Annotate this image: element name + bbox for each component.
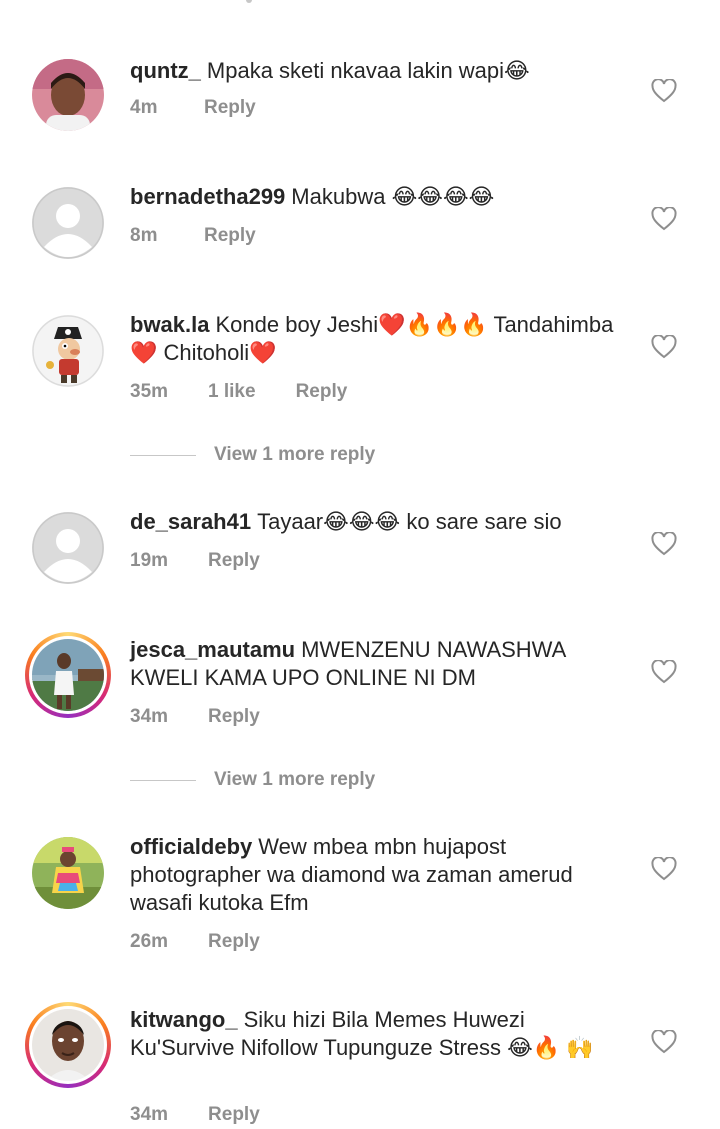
reply-button[interactable]: Reply [208,550,260,572]
comment-username[interactable]: de_sarah41 [130,509,251,534]
comment-body: jesca_mautamu MWENZENU NAWASHWA KWELI KAM… [130,636,630,692]
comment-username[interactable]: officialdeby [130,834,252,859]
comment-username[interactable]: kitwango_ [130,1007,238,1032]
heart-outline-icon[interactable] [651,207,677,231]
heart-outline-icon[interactable] [651,857,677,881]
comment-body: de_sarah41 Tayaar😂😂😂 ko sare sare sio [130,508,630,536]
comment-meta: 8m Reply [130,225,296,247]
divider-line [130,454,196,456]
avatar-story-ring[interactable] [25,632,111,718]
like-count[interactable]: 1 like [208,381,256,403]
comment-meta: 34m Reply [130,706,300,728]
reply-button[interactable]: Reply [208,1104,260,1126]
comment-meta: 35m 1 like Reply [130,381,387,403]
comment-time: 35m [130,381,169,402]
avatar [29,636,107,714]
comment-time: 8m [130,225,158,246]
comment-text: Mpaka sketi nkavaa lakin wapi😂 [206,58,530,83]
heart-outline-icon[interactable] [651,335,677,359]
reply-button[interactable]: Reply [204,97,256,119]
heart-outline-icon[interactable] [651,1030,677,1054]
view-more-replies-button[interactable]: View 1 more reply [130,769,375,791]
comment-text: Makubwa 😂😂😂😂 [291,184,495,209]
comment-time: 19m [130,550,169,571]
comment-username[interactable]: quntz_ [130,58,201,83]
comment-time: 34m [130,706,169,727]
comment-time: 4m [130,97,158,118]
comment-text: Tayaar😂😂😂 ko sare sare sio [257,509,562,534]
comment-body: officialdeby Wew mbea mbn hujapost photog… [130,833,630,917]
comment-body: kitwango_ Siku hizi Bila Memes Huwezi Ku'… [130,1006,630,1062]
comment-username[interactable]: bwak.la [130,312,209,337]
comment-username[interactable]: bernadetha299 [130,184,285,209]
comment-time: 34m [130,1104,169,1125]
comment-meta: 19m Reply [130,550,300,572]
comment-meta: 26m Reply [130,931,300,953]
heart-outline-icon[interactable] [651,532,677,556]
reply-button[interactable]: Reply [208,706,260,728]
comment-body: bernadetha299 Makubwa 😂😂😂😂 [130,183,630,211]
avatar[interactable] [32,187,104,259]
scroll-indicator [246,0,252,3]
avatar-story-ring[interactable] [25,1002,111,1088]
comment-meta: 4m Reply [130,97,296,119]
view-more-label: View 1 more reply [214,444,376,465]
comment-time: 26m [130,931,169,952]
avatar[interactable] [32,512,104,584]
heart-outline-icon[interactable] [651,79,677,103]
avatar[interactable] [32,315,104,387]
comment-username[interactable]: jesca_mautamu [130,637,295,662]
comment-meta: 34m Reply [130,1104,300,1126]
reply-button[interactable]: Reply [204,225,256,247]
reply-button[interactable]: Reply [208,931,260,953]
view-more-replies-button[interactable]: View 1 more reply [130,444,375,466]
comment-body: bwak.la Konde boy Jeshi❤️🔥🔥🔥 Tandahimba❤️… [130,311,630,367]
avatar[interactable] [32,59,104,131]
avatar[interactable] [32,837,104,909]
divider-line [130,779,196,781]
avatar [29,1006,107,1084]
reply-button[interactable]: Reply [296,381,348,403]
heart-outline-icon[interactable] [651,660,677,684]
view-more-label: View 1 more reply [214,769,376,790]
comment-body: quntz_ Mpaka sketi nkavaa lakin wapi😂 [130,57,630,85]
